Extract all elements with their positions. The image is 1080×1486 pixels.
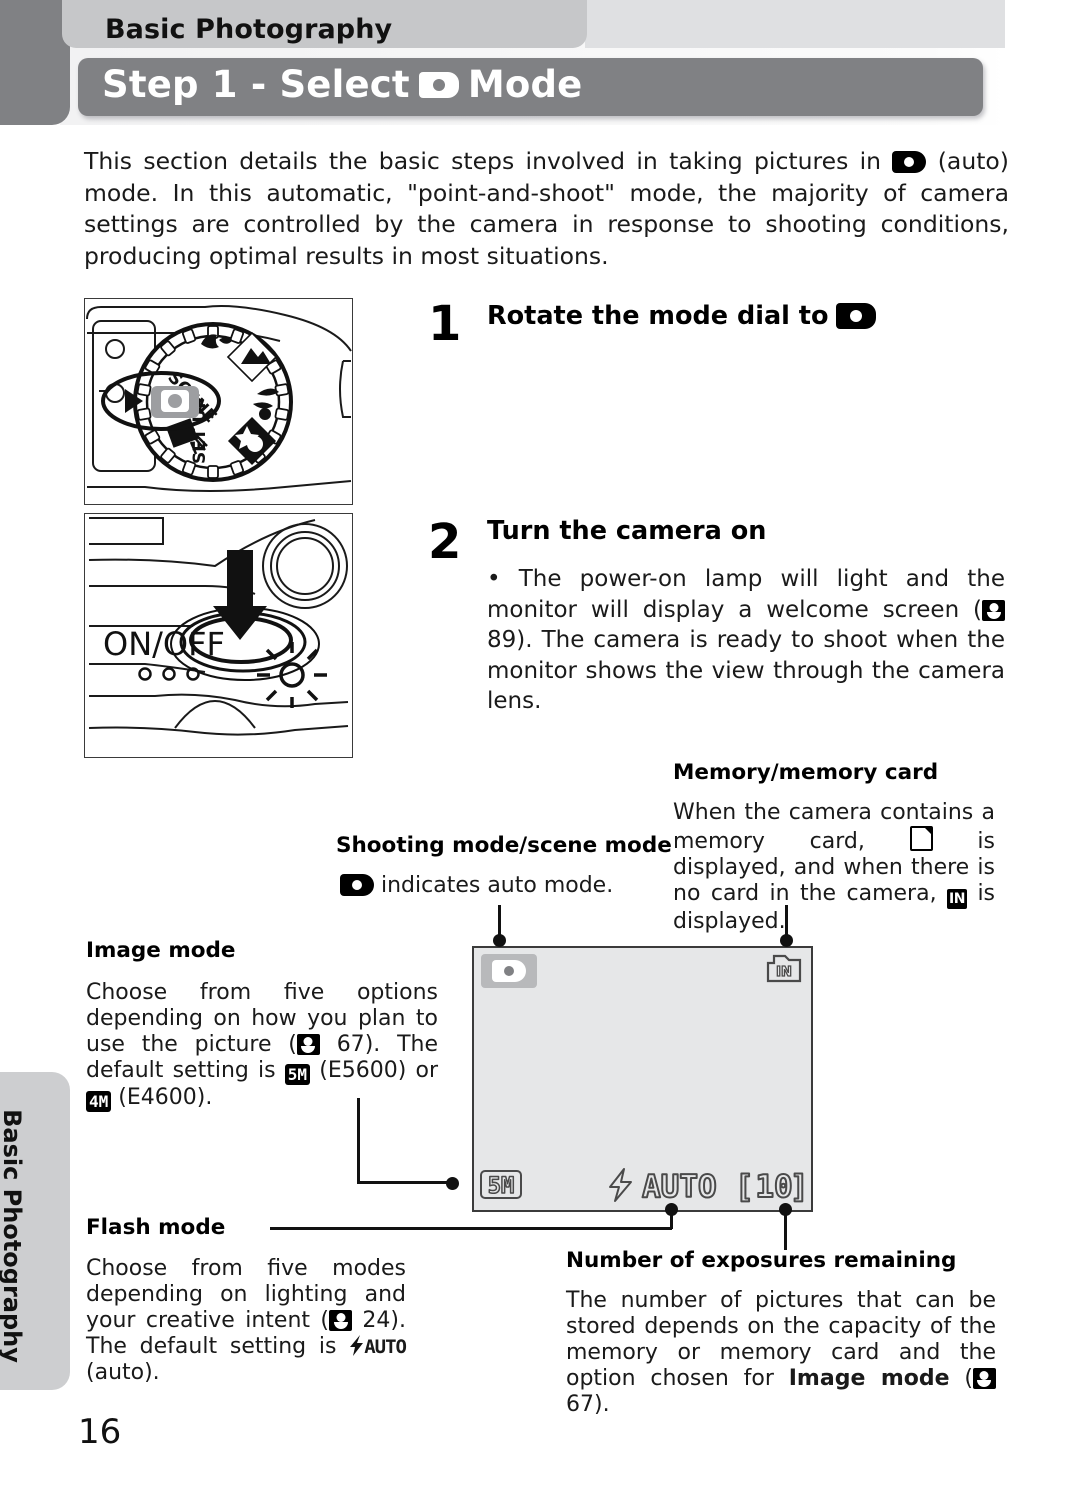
reference-book-icon [296,1034,320,1055]
flash-mode-auto-label: AUTO [364,1336,407,1358]
lcd-exposures-bracket-left: [ [735,1169,754,1205]
leader-line-flash-mode-h [270,1227,672,1230]
shooting-mode-text: indicates auto mode. [381,873,614,898]
image-mode-text-d: (E4600). [118,1085,213,1110]
flash-mode-ref: 24 [362,1308,391,1333]
callout-image-mode-text: Choose from five options depending on ho… [86,980,438,1112]
section-title-prefix: Step 1 - Select [102,63,410,106]
flash-mode-text-c: (auto). [86,1360,160,1385]
dial-icon-auto-selected [151,386,199,418]
step-2-body-b: ). The camera is ready to shoot when the… [487,627,1005,714]
leader-dot-shooting-mode [493,934,506,947]
lcd-exposures-bracket-right: ] [790,1169,809,1205]
step-2-number: 2 [428,514,462,570]
leader-line-exposures [784,1210,787,1250]
lcd-shooting-mode-badge [481,954,537,988]
camera-auto-icon [340,874,374,896]
step-2-heading: Turn the camera on [487,516,767,546]
leader-dot-flash-mode [665,1203,678,1216]
image-mode-4m-badge: 4M [86,1091,112,1112]
memory-card-icon [909,826,933,851]
step-2-body: • The power-on lamp will light and the m… [487,564,1005,717]
intro-rest: In this automatic, "point-and-shoot" mod… [84,178,1009,270]
reference-book-icon [982,599,1005,621]
on-off-label: ON/OFF [103,625,225,663]
side-chapter-tab-label: Basic Photography [0,1109,26,1363]
exposures-text-c: ). [594,1392,610,1417]
image-mode-text-c: (E5600) or [319,1058,438,1083]
header-background-right [585,0,1005,48]
page-number: 16 [78,1412,122,1452]
camera-auto-icon [418,71,459,98]
step-1-number: 1 [428,296,462,352]
callout-flash-mode-heading: Flash mode [86,1215,226,1240]
camera-monitor-display: IN 5M AUTO [ 10 ] [472,946,813,1212]
intro-line1-a: This section details the basic steps inv… [84,147,882,175]
camera-auto-icon [492,960,526,982]
callout-memory-card-heading: Memory/memory card [673,760,939,785]
callout-exposures-heading: Number of exposures remaining [566,1248,957,1273]
leader-line-image-mode-h [357,1181,455,1184]
lcd-image-mode-badge: 5M [488,1174,515,1199]
leader-dot-exposures [779,1203,792,1216]
manual-page: Basic Photography Step 1 - Select Mode T… [0,0,1080,1486]
memory-card-text-a: When the camera contains a memory card, [673,800,995,854]
callout-exposures-text: The number of pictures that can be store… [566,1288,996,1418]
flash-bolt-icon [349,1335,364,1356]
svg-text:IN: IN [776,965,792,980]
reference-book-icon [329,1310,353,1331]
step-1-heading: Rotate the mode dial to [487,301,877,331]
camera-auto-icon [892,151,927,173]
leader-line-image-mode-v [357,1098,360,1183]
exposures-bold-image-mode: Image mode [788,1366,950,1391]
callout-shooting-mode-heading: Shooting mode/scene mode [336,833,672,858]
step-2-body-ref: 89 [487,627,517,653]
callout-memory-card-text: When the camera contains a memory card, … [673,800,995,935]
exposures-text-b: ( [964,1366,973,1391]
power-lamp-icon [257,642,327,708]
lcd-flash-mode-label: AUTO [642,1169,717,1205]
image-mode-5m-badge: 5M [284,1064,311,1085]
exposures-ref: 67 [566,1392,594,1417]
intro-paragraph: This section details the basic steps inv… [84,146,1009,272]
header-dark-tab [0,0,70,125]
camera-auto-icon [836,303,877,329]
mode-dial-illustration: SCENE SET UP [84,298,353,505]
reference-book-icon [972,1368,996,1389]
lcd-memory-indicator: IN [765,954,803,988]
leader-dot-image-mode [446,1177,459,1190]
leader-dot-memory-card [780,934,793,947]
lcd-status-row: 5M AUTO [ 10 ] [474,1163,811,1206]
callout-image-mode-heading: Image mode [86,938,236,963]
section-title: Step 1 - Select Mode [102,63,582,106]
internal-memory-icon: IN [947,889,967,909]
side-chapter-tab: Basic Photography [0,1072,70,1390]
image-mode-ref: 67 [336,1032,365,1057]
callout-flash-mode-text: Choose from five modes depending on ligh… [86,1256,407,1386]
on-off-button-illustration: ON/OFF [84,513,353,758]
section-title-suffix: Mode [467,63,583,106]
chapter-title: Basic Photography [105,14,393,45]
callout-shooting-mode-text: indicates auto mode. [340,873,660,899]
lcd-exposures-remaining: 10 [755,1169,792,1205]
section-title-bar: Step 1 - Select Mode [78,58,983,116]
step-1-heading-text: Rotate the mode dial to [487,301,829,331]
indicator-dots-icon [138,667,200,681]
flash-mode-text-a: Choose from five modes depending on ligh… [86,1256,406,1333]
step-2-body-a: • The power-on lamp will light and the m… [487,566,1005,623]
